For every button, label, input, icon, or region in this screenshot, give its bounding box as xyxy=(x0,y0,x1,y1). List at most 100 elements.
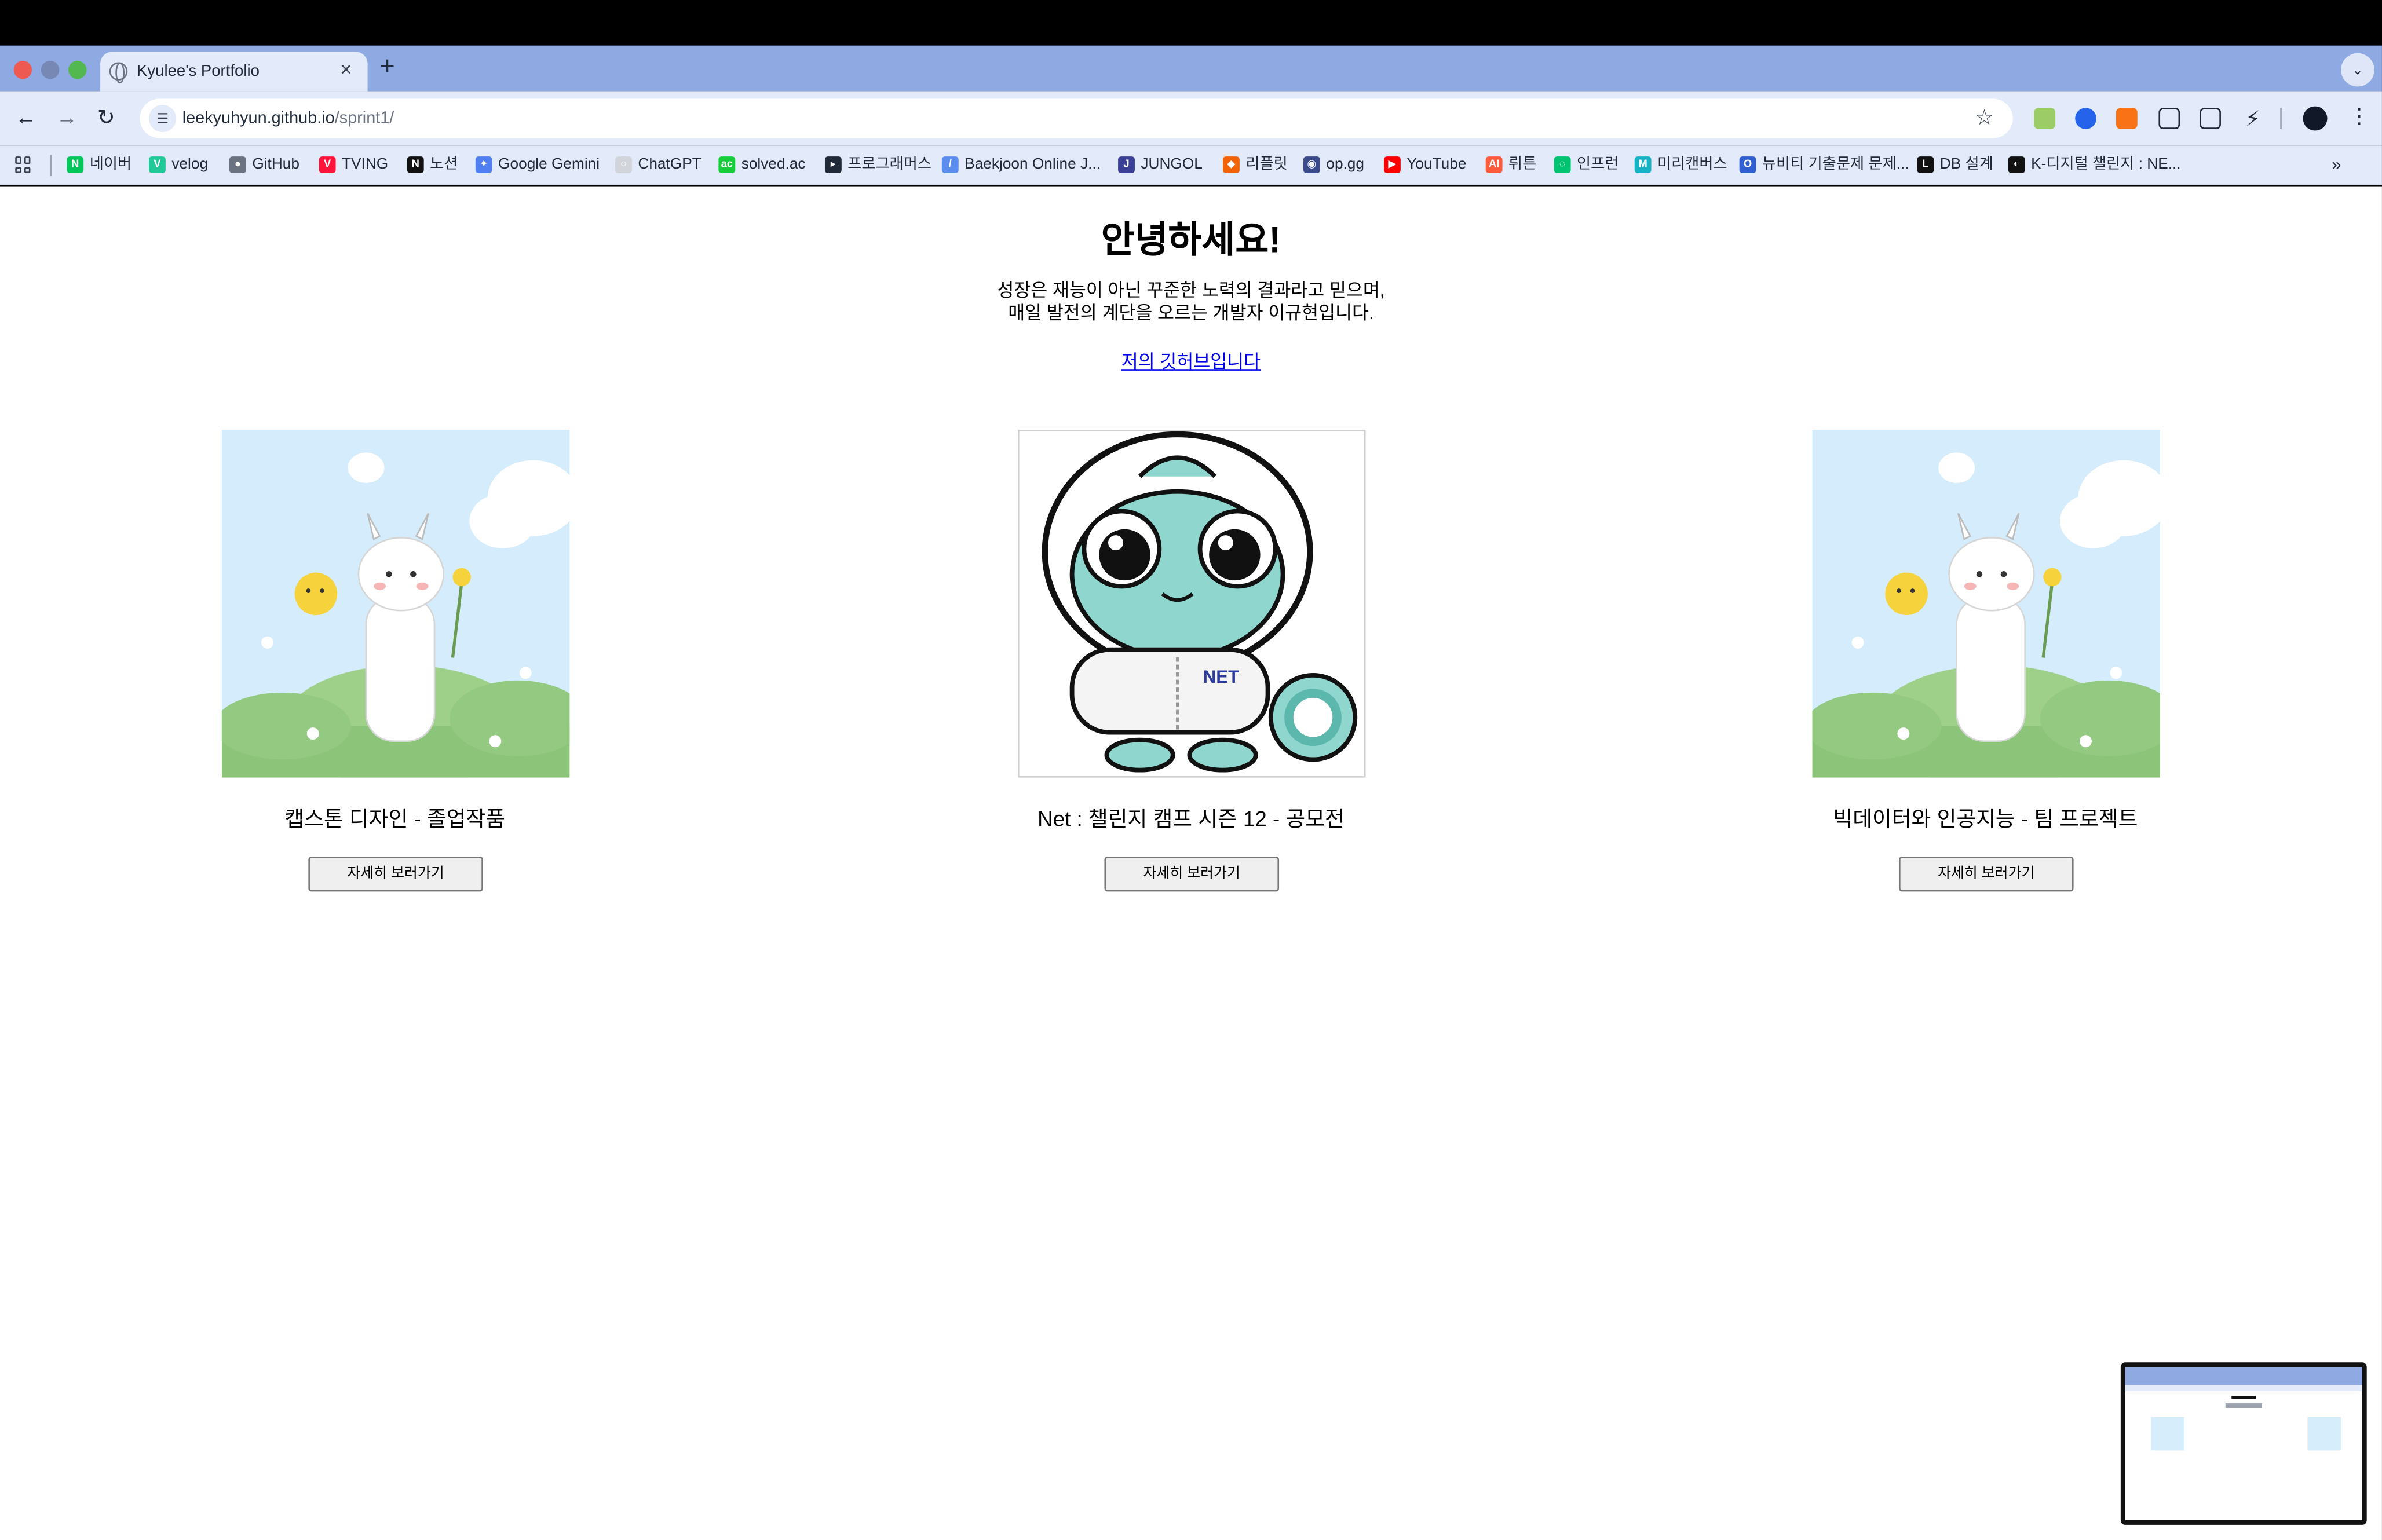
bookmark-label: GitHub xyxy=(252,156,299,173)
bookmark-favicon-icon: L xyxy=(1917,156,1934,173)
net-logo-text: NET xyxy=(1203,667,1239,687)
close-window-button[interactable] xyxy=(13,60,32,79)
bookmark-label: YouTube xyxy=(1406,156,1467,173)
minimize-window-button[interactable] xyxy=(41,60,60,79)
view-details-button[interactable]: 자세히 보러가기 xyxy=(1104,857,1280,892)
screen-top-strip xyxy=(0,0,2382,46)
bookmark-item[interactable]: N 네이버 xyxy=(67,155,131,176)
bookmark-item[interactable]: ◌ 인프런 xyxy=(1554,155,1619,176)
chameleon-illustration: NET xyxy=(1018,430,1366,778)
project-card: 빅데이터와 인공지능 - 팀 프로젝트 자세히 보러가기 xyxy=(1758,430,2213,901)
apps-grid-icon[interactable] xyxy=(15,156,32,173)
bookmark-label: K-디지털 챌린지 : NE... xyxy=(2031,156,2181,173)
tab-search-button[interactable]: ⌄ xyxy=(2341,53,2374,87)
new-tab-button[interactable]: + xyxy=(380,52,395,81)
bookmark-favicon-icon: ◉ xyxy=(1303,156,1320,173)
goat-illustration xyxy=(1812,430,2161,778)
intro-text: 성장은 재능이 아닌 꾸준한 노력의 결과라고 믿으며, 매일 발전의 계단을 … xyxy=(0,280,2382,325)
bookmark-label: 뤼튼 xyxy=(1508,156,1537,173)
maximize-window-button[interactable] xyxy=(68,60,87,79)
thumbnail-toolbar xyxy=(2125,1385,2362,1392)
bookmark-item[interactable]: ◆ 리플릿 xyxy=(1223,155,1288,176)
bookmark-label: Baekjoon Online J... xyxy=(965,156,1101,173)
bookmark-label: 뉴비티 기출문제 문제... xyxy=(1762,156,1909,173)
bookmark-label: ChatGPT xyxy=(638,156,702,173)
bookmark-item[interactable]: V TVING xyxy=(319,155,388,176)
browser-toolbar: ← → ↻ ☰ leekyuhyun.github.io/sprint1/ ☆ … xyxy=(0,91,2382,146)
bookmark-label: JUNGOL xyxy=(1141,156,1203,173)
bookmark-item[interactable]: O 뉴비티 기출문제 문제... xyxy=(1739,155,1909,176)
view-details-button[interactable]: 자세히 보러가기 xyxy=(1899,857,2074,892)
view-details-button[interactable]: 자세히 보러가기 xyxy=(308,857,483,892)
bookmark-favicon-icon: ▸ xyxy=(824,156,842,173)
forward-arrow-icon[interactable]: → xyxy=(56,105,78,129)
extension-translate-icon[interactable] xyxy=(2158,108,2180,129)
intro-line-1: 성장은 재능이 아닌 꾸준한 노력의 결과라고 믿으며, xyxy=(997,279,1385,301)
project-card: NET Net : 챌린지 캠프 시즌 12 - 공모전 자세히 보러가기 xyxy=(963,430,1419,901)
bookmark-item[interactable]: ✦ Google Gemini xyxy=(475,155,600,176)
tab-bar: Kyulee's Portfolio × xyxy=(0,45,2382,92)
bookmarks-bar: N 네이버 Vvelog ● GitHub V TVING N 노션 ✦ Google Gemini… xyxy=(0,145,2382,185)
address-bar[interactable]: ☰ leekyuhyun.github.io/sprint1/ ☆ xyxy=(140,98,2013,138)
profile-avatar[interactable] xyxy=(2303,106,2328,131)
bookmark-star-icon[interactable]: ☆ xyxy=(1975,105,1994,129)
bookmark-item[interactable]: ○ ChatGPT xyxy=(615,155,702,176)
bookmark-item[interactable]: L DB 설계 xyxy=(1917,155,1993,176)
bookmark-label: 프로그래머스 xyxy=(847,156,932,173)
bookmark-item[interactable]: AI 뤼튼 xyxy=(1485,155,1537,176)
extension-ex-icon[interactable] xyxy=(2116,108,2138,129)
github-link[interactable]: 저의 깃허브입니다 xyxy=(1121,351,1261,372)
bookmark-label: DB 설계 xyxy=(1939,156,1993,173)
bookmark-favicon-icon: ◆ xyxy=(1223,156,1240,173)
page-heading: 안녕하세요! xyxy=(1101,220,1281,262)
bookmark-item[interactable]: ac solved.ac xyxy=(718,155,806,176)
extension-icon[interactable] xyxy=(2034,108,2056,129)
thumbnail-card xyxy=(2151,1417,2185,1451)
bookmark-favicon-icon: O xyxy=(1739,156,1756,173)
thumbnail-card xyxy=(2228,1417,2262,1451)
bookmark-favicon-icon: ✦ xyxy=(475,156,492,173)
bookmark-item[interactable]: / Baekjoon Online J... xyxy=(941,155,1101,176)
bookmark-item[interactable]: ◐ K-디지털 챌린지 : NE... xyxy=(2008,155,2181,176)
bookmark-label: TVING xyxy=(342,156,389,173)
bookmarks-overflow-icon[interactable]: » xyxy=(2332,155,2341,176)
tab-title: Kyulee's Portfolio xyxy=(137,62,260,81)
bookmark-label: velog xyxy=(171,156,209,173)
bookmark-label: 미리캔버스 xyxy=(1657,156,1727,173)
extension-shield-icon[interactable] xyxy=(2075,108,2096,129)
bookmark-favicon-icon: V xyxy=(148,156,166,173)
bookmark-item[interactable]: Vvelog xyxy=(148,155,209,176)
project-title: 캡스톤 디자인 - 졸업작품 xyxy=(284,806,506,831)
project-card: 캡스톤 디자인 - 졸업작품 자세히 보러가기 xyxy=(167,430,623,901)
bookmark-favicon-icon: N xyxy=(67,156,84,173)
bookmark-item[interactable]: ● GitHub xyxy=(229,155,299,176)
bookmark-item[interactable]: J JUNGOL xyxy=(1118,155,1203,176)
goat-illustration xyxy=(221,430,570,778)
url-text[interactable]: leekyuhyun.github.io/sprint1/ xyxy=(182,109,394,127)
bookmarks-divider xyxy=(50,155,52,177)
bookmark-favicon-icon: ▶ xyxy=(1384,156,1401,173)
toolbar-divider xyxy=(2280,108,2282,129)
back-arrow-icon[interactable]: ← xyxy=(15,105,36,129)
bookmark-item[interactable]: ▶ YouTube xyxy=(1384,155,1466,176)
extensions-puzzle-icon[interactable]: ⚡ xyxy=(2242,108,2264,129)
tab-close-icon[interactable]: × xyxy=(340,58,352,81)
extension-notion-icon[interactable] xyxy=(2200,108,2221,129)
bookmark-item[interactable]: N 노션 xyxy=(407,155,458,176)
more-menu-icon[interactable]: ⋮ xyxy=(2348,103,2370,127)
bookmark-favicon-icon: ac xyxy=(718,156,736,173)
screenshot-thumbnail[interactable] xyxy=(2120,1362,2367,1525)
site-settings-icon[interactable]: ☰ xyxy=(148,104,177,133)
thumbnail-text xyxy=(2225,1403,2262,1408)
bookmark-favicon-icon: J xyxy=(1118,156,1135,173)
thumbnail-tabbar xyxy=(2125,1367,2362,1385)
bookmark-favicon-icon: M xyxy=(1634,156,1652,173)
bookmark-label: Google Gemini xyxy=(498,156,600,173)
bookmark-label: 노션 xyxy=(430,156,458,173)
active-tab[interactable]: Kyulee's Portfolio × xyxy=(100,52,368,92)
bookmark-item[interactable]: ▸ 프로그래머스 xyxy=(824,155,932,176)
bookmark-item[interactable]: M 미리캔버스 xyxy=(1634,155,1727,176)
reload-icon[interactable]: ↻ xyxy=(97,105,115,129)
bookmark-item[interactable]: ◉ op.gg xyxy=(1303,155,1364,176)
bookmark-label: 인프런 xyxy=(1577,156,1619,173)
